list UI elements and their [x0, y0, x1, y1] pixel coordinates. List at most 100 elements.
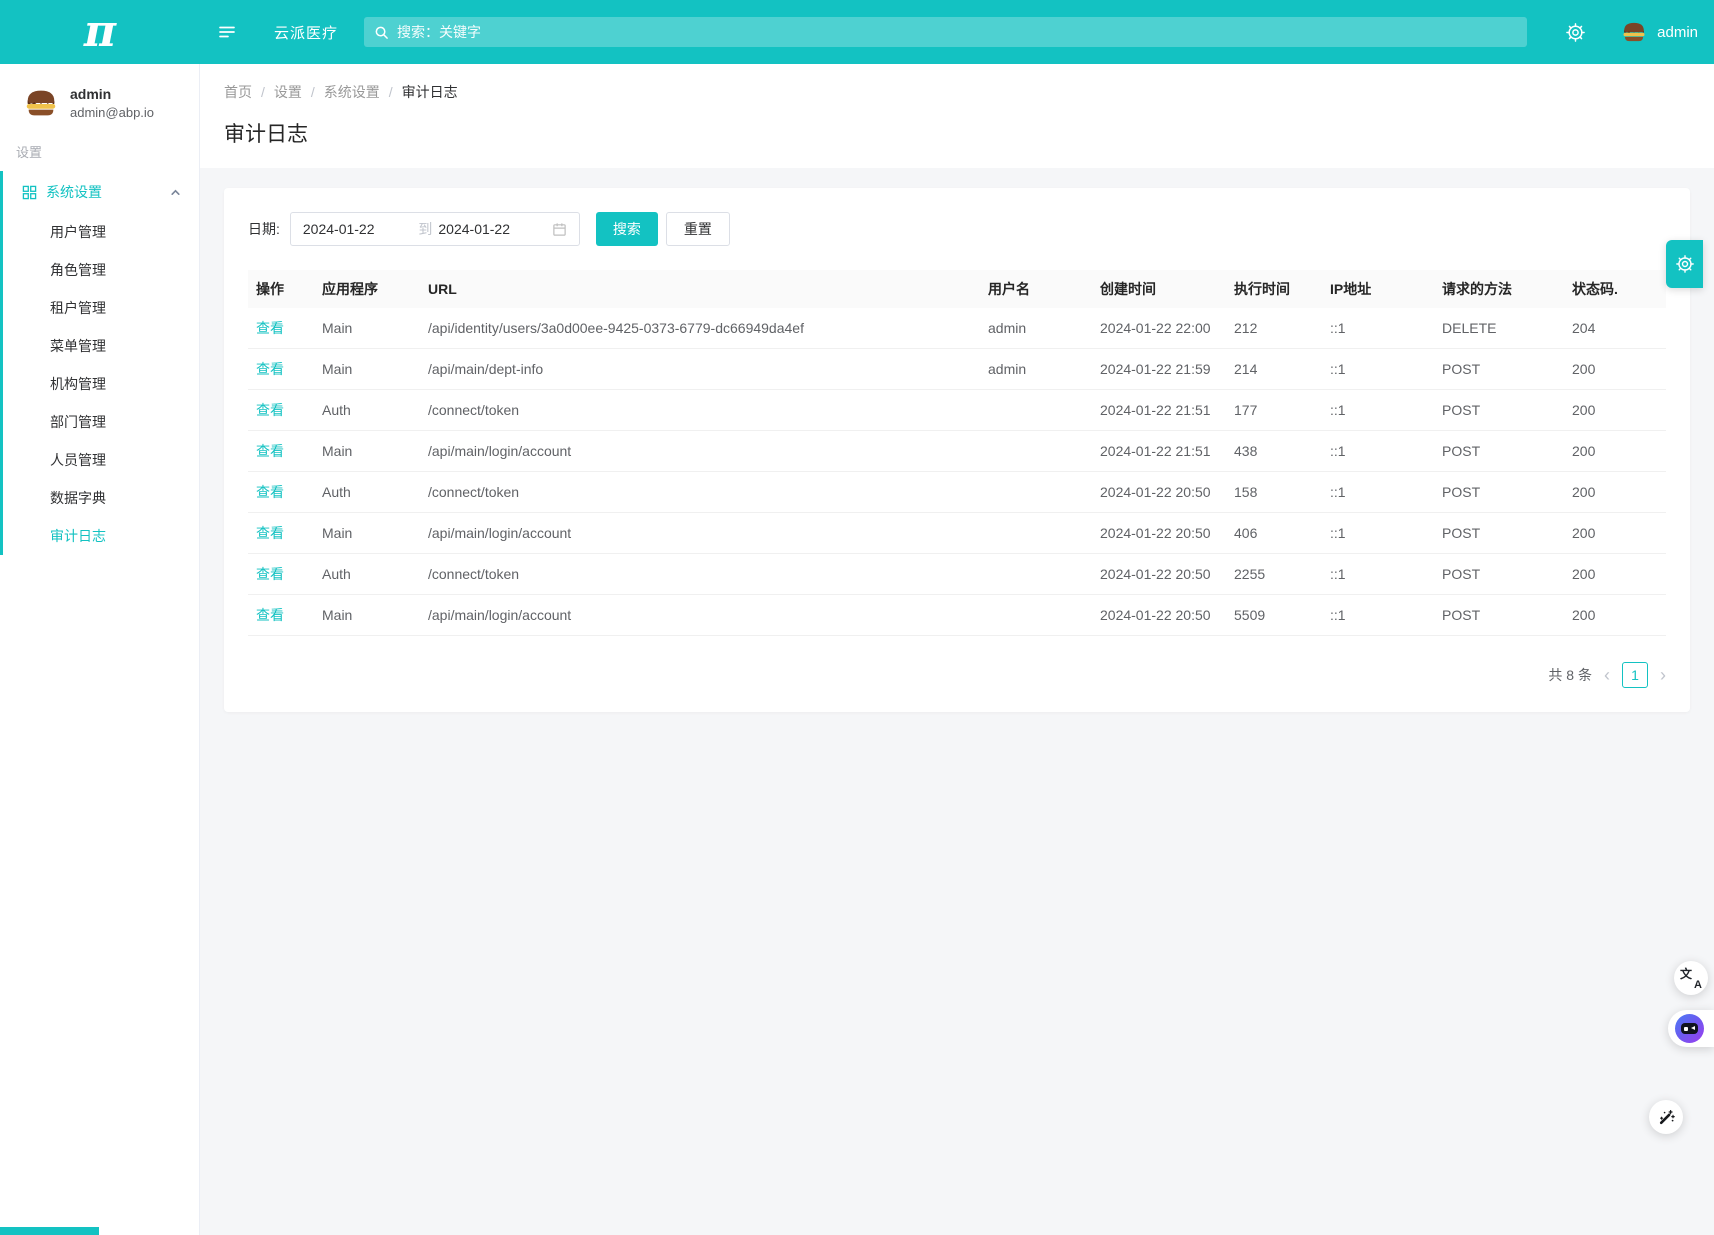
cell-url: /api/main/login/account	[420, 595, 980, 636]
view-link[interactable]: 查看	[256, 484, 284, 500]
sidebar-item-label: 租户管理	[50, 298, 106, 318]
page-1-button[interactable]: 1	[1622, 662, 1648, 688]
sidebar-item-organizations[interactable]: 机构管理	[3, 365, 199, 403]
sidebar-item-system-settings[interactable]: 系统设置	[3, 171, 199, 213]
cell-duration: 2255	[1226, 554, 1322, 595]
column-header: 用户名	[980, 270, 1092, 308]
date-to-value[interactable]: 2024-01-22	[438, 221, 548, 237]
sidebar-scrollbar-thumb[interactable]	[0, 1227, 99, 1235]
translate-button[interactable]: 文 A	[1674, 961, 1708, 995]
sidebar-item-audit-logs[interactable]: 审计日志	[3, 517, 199, 555]
cell-created-time: 2024-01-22 21:59	[1092, 349, 1226, 390]
column-header: IP地址	[1322, 270, 1434, 308]
robot-assistant-button[interactable]	[1668, 1010, 1714, 1047]
cell-url: /connect/token	[420, 472, 980, 513]
sidebar-item-label: 人员管理	[50, 450, 106, 470]
sidebar-item-departments[interactable]: 部门管理	[3, 403, 199, 441]
cell-duration: 177	[1226, 390, 1322, 431]
table-row: 查看 Main /api/main/login/account 2024-01-…	[248, 595, 1666, 636]
settings-drawer-toggle[interactable]	[1666, 240, 1703, 288]
cell-ip: ::1	[1322, 431, 1434, 472]
cell-duration: 5509	[1226, 595, 1322, 636]
table-row: 查看 Main /api/main/login/account 2024-01-…	[248, 431, 1666, 472]
cell-username: admin	[980, 308, 1092, 349]
breadcrumb-item-settings[interactable]: / 设置	[252, 82, 302, 102]
app-grid-icon	[22, 185, 37, 200]
breadcrumb-label: 设置	[274, 82, 302, 102]
header-avatar[interactable]	[1620, 18, 1648, 46]
cell-username	[980, 595, 1092, 636]
cell-duration: 406	[1226, 513, 1322, 554]
table-row: 查看 Auth /connect/token 2024-01-22 20:50 …	[248, 554, 1666, 595]
sidebar-item-roles[interactable]: 角色管理	[3, 251, 199, 289]
next-page-button[interactable]: ›	[1660, 666, 1666, 684]
breadcrumb-item-audit-logs[interactable]: / 审计日志	[380, 82, 458, 102]
submenu: 用户管理 角色管理 租户管理 菜单管理 机构管理	[3, 213, 199, 555]
column-header: 操作	[248, 270, 314, 308]
view-link[interactable]: 查看	[256, 566, 284, 582]
user-email: admin@abp.io	[70, 105, 154, 120]
cell-status-code: 200	[1564, 554, 1666, 595]
table-row: 查看 Main /api/main/login/account 2024-01-…	[248, 513, 1666, 554]
cell-application: Main	[314, 595, 420, 636]
cell-username	[980, 390, 1092, 431]
sidebar-item-label: 角色管理	[50, 260, 106, 280]
cell-method: POST	[1434, 472, 1564, 513]
cell-url: /api/identity/users/3a0d00ee-9425-0373-6…	[420, 308, 980, 349]
cell-created-time: 2024-01-22 20:50	[1092, 472, 1226, 513]
cell-ip: ::1	[1322, 390, 1434, 431]
cell-application: Auth	[314, 390, 420, 431]
menu-parent-label: 系统设置	[46, 182, 102, 202]
settings-gear-icon[interactable]	[1565, 22, 1586, 43]
cell-application: Main	[314, 308, 420, 349]
main-content: 首页 / 设置 / 系统设置 / 审计日志 审计日志	[200, 64, 1714, 1235]
cell-status-code: 200	[1564, 349, 1666, 390]
cell-url: /api/main/login/account	[420, 431, 980, 472]
search-button[interactable]: 搜索	[596, 212, 658, 246]
translate-icon-letter: A	[1694, 979, 1702, 991]
cell-action: 查看	[248, 554, 314, 595]
breadcrumb-label: 系统设置	[324, 82, 380, 102]
table-row: 查看 Main /api/identity/users/3a0d00ee-942…	[248, 308, 1666, 349]
filter-row: 日期: 2024-01-22 到 2024-01-22 搜索 重置	[248, 212, 1666, 246]
magic-wand-button[interactable]	[1649, 1100, 1683, 1134]
table-row: 查看 Main /api/main/dept-info admin 2024-0…	[248, 349, 1666, 390]
breadcrumb-item-system-settings[interactable]: / 系统设置	[302, 82, 380, 102]
column-header: 执行时间	[1226, 270, 1322, 308]
view-link[interactable]: 查看	[256, 402, 284, 418]
cell-action: 查看	[248, 513, 314, 554]
cell-url: /api/main/dept-info	[420, 349, 980, 390]
gear-icon	[1675, 254, 1695, 274]
sidebar-item-tenants[interactable]: 租户管理	[3, 289, 199, 327]
menu-fold-icon[interactable]	[218, 23, 236, 41]
view-link[interactable]: 查看	[256, 320, 284, 336]
sidebar-item-data-dictionary[interactable]: 数据字典	[3, 479, 199, 517]
pagination: 共 8 条 ‹ 1 ›	[248, 662, 1666, 688]
reset-button[interactable]: 重置	[666, 212, 730, 246]
header-username[interactable]: admin	[1657, 24, 1698, 41]
breadcrumb-item-home[interactable]: 首页	[224, 82, 252, 102]
logo[interactable]: π	[84, 10, 116, 54]
prev-page-button[interactable]: ‹	[1604, 666, 1610, 684]
cell-action: 查看	[248, 472, 314, 513]
global-search-input[interactable]	[397, 24, 1517, 40]
sidebar-item-staff[interactable]: 人员管理	[3, 441, 199, 479]
breadcrumb: 首页 / 设置 / 系统设置 / 审计日志	[224, 82, 1690, 102]
audit-log-card: 日期: 2024-01-22 到 2024-01-22 搜索 重置	[224, 188, 1690, 712]
table-row: 查看 Auth /connect/token 2024-01-22 21:51 …	[248, 390, 1666, 431]
view-link[interactable]: 查看	[256, 443, 284, 459]
view-link[interactable]: 查看	[256, 361, 284, 377]
cell-application: Main	[314, 513, 420, 554]
menu-block: 系统设置 用户管理 角色管理 租户管理	[0, 171, 199, 555]
date-from-value[interactable]: 2024-01-22	[303, 221, 413, 237]
view-link[interactable]: 查看	[256, 607, 284, 623]
cell-ip: ::1	[1322, 554, 1434, 595]
cell-url: /connect/token	[420, 554, 980, 595]
translate-icon: 文	[1680, 965, 1692, 982]
global-search[interactable]	[364, 17, 1527, 47]
view-link[interactable]: 查看	[256, 525, 284, 541]
sidebar-item-users[interactable]: 用户管理	[3, 213, 199, 251]
date-range-input[interactable]: 2024-01-22 到 2024-01-22	[290, 212, 580, 246]
column-header: 应用程序	[314, 270, 420, 308]
sidebar-item-menus[interactable]: 菜单管理	[3, 327, 199, 365]
